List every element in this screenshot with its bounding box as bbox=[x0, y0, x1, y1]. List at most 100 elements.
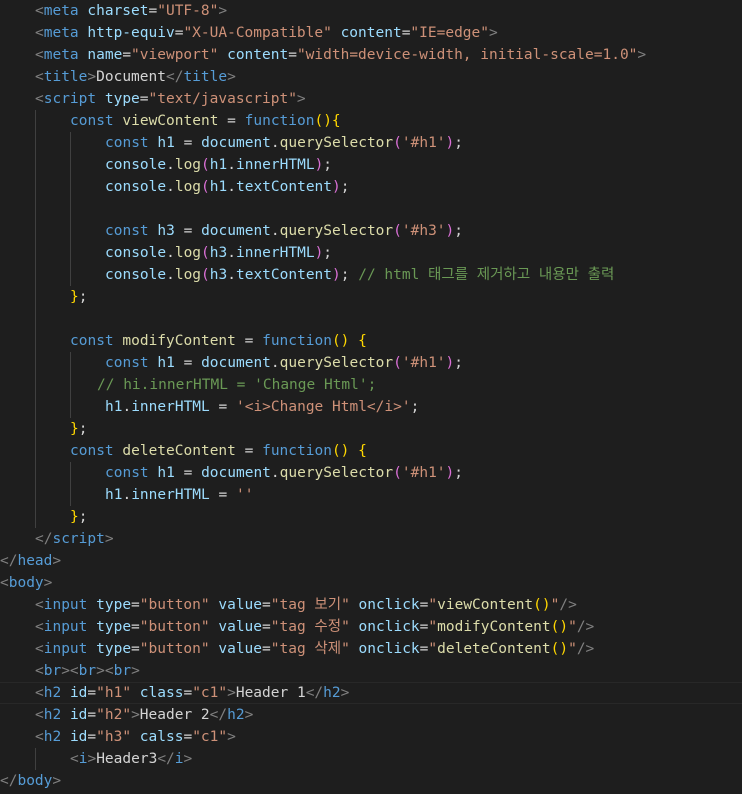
code-line[interactable]: <i>Header3</i> bbox=[0, 748, 742, 770]
code-line[interactable]: }; bbox=[0, 506, 742, 528]
code-text: }; bbox=[70, 506, 87, 528]
code-token: h1 bbox=[157, 135, 175, 151]
code-token: "h2" bbox=[96, 707, 132, 723]
code-line[interactable]: const h1 = document.querySelector('#h1')… bbox=[0, 132, 742, 154]
code-token: body bbox=[8, 575, 44, 591]
code-token: </ bbox=[209, 707, 228, 723]
code-token: document bbox=[201, 355, 271, 371]
code-line[interactable] bbox=[0, 198, 742, 220]
code-token: h3 bbox=[209, 267, 228, 283]
code-text: const h1 = document.querySelector('#h1')… bbox=[105, 352, 463, 374]
code-token: content bbox=[227, 47, 289, 63]
code-token: h1 bbox=[157, 355, 175, 371]
indent-guide bbox=[70, 484, 71, 506]
code-token: input bbox=[43, 597, 88, 613]
code-line[interactable]: <meta charset="UTF-8"> bbox=[0, 0, 742, 22]
code-token: ; bbox=[78, 289, 88, 305]
code-line[interactable]: const modifyContent = function() { bbox=[0, 330, 742, 352]
code-token: h3 bbox=[157, 223, 175, 239]
code-token: function bbox=[244, 113, 315, 129]
code-line[interactable]: <script type="text/javascript"> bbox=[0, 88, 742, 110]
indent-guide bbox=[35, 308, 36, 330]
code-line[interactable]: const deleteContent = function() { bbox=[0, 440, 742, 462]
code-line[interactable]: <meta name="viewport" content="width=dev… bbox=[0, 44, 742, 66]
code-token: // html 태그를 제거하고 내용만 출력 bbox=[358, 267, 615, 283]
code-token: > bbox=[218, 3, 228, 19]
code-token: h2 bbox=[43, 685, 62, 701]
code-token: () bbox=[550, 619, 569, 635]
code-token: "X-UA-Compatible" bbox=[183, 25, 332, 41]
code-token: document bbox=[201, 223, 271, 239]
code-token: ) bbox=[314, 157, 324, 173]
code-token: type bbox=[104, 91, 140, 107]
code-line[interactable]: </script> bbox=[0, 528, 742, 550]
code-token: < bbox=[35, 685, 44, 701]
code-text: const h1 = document.querySelector('#h1')… bbox=[105, 132, 463, 154]
code-token: < bbox=[35, 3, 44, 19]
code-token: deleteContent bbox=[437, 641, 551, 657]
code-token: > bbox=[43, 575, 53, 591]
code-text: <input type="button" value="tag 보기" oncl… bbox=[35, 594, 577, 616]
code-line[interactable]: <h2 id="h3" calss="c1"> bbox=[0, 726, 742, 748]
code-token: value bbox=[218, 641, 263, 657]
code-token: innerHTML bbox=[235, 245, 315, 261]
code-line[interactable]: <br><br><br> bbox=[0, 660, 742, 682]
code-line[interactable]: }; bbox=[0, 286, 742, 308]
code-token: ( bbox=[393, 223, 402, 239]
code-line[interactable]: console.log(h3.textContent); // html 태그를… bbox=[0, 264, 742, 286]
code-text: h1.innerHTML = '<i>Change Html</i>'; bbox=[105, 396, 419, 418]
code-token: = bbox=[131, 641, 140, 657]
code-line[interactable]: <input type="button" value="tag 삭제" oncl… bbox=[0, 638, 742, 660]
code-editor[interactable]: <meta charset="UTF-8"> <meta http-equiv="… bbox=[0, 0, 742, 794]
code-line[interactable]: <title>Document</title> bbox=[0, 66, 742, 88]
code-text: const deleteContent = function() { bbox=[70, 440, 367, 462]
code-token: ; bbox=[340, 267, 359, 283]
code-token: ( bbox=[201, 267, 210, 283]
code-token: modifyContent bbox=[437, 619, 551, 635]
code-token: "tag 삭제" bbox=[270, 641, 350, 657]
code-line[interactable]: const viewContent = function(){ bbox=[0, 110, 742, 132]
code-line[interactable]: <h2 id="h2">Header 2</h2> bbox=[0, 704, 742, 726]
code-line[interactable]: <input type="button" value="tag 수정" oncl… bbox=[0, 616, 742, 638]
indent-guide bbox=[35, 110, 36, 132]
code-token: ( bbox=[201, 245, 210, 261]
code-text: const modifyContent = function() { bbox=[70, 330, 367, 352]
code-line[interactable]: const h1 = document.querySelector('#h1')… bbox=[0, 352, 742, 374]
indent-guide bbox=[35, 440, 36, 462]
code-token: h1 bbox=[209, 157, 228, 173]
code-text: <input type="button" value="tag 수정" oncl… bbox=[35, 616, 594, 638]
code-token: </ bbox=[157, 751, 175, 767]
code-line[interactable]: <input type="button" value="tag 보기" oncl… bbox=[0, 594, 742, 616]
code-line[interactable]: <h2 id="h1" class="c1">Header 1</h2> bbox=[0, 682, 742, 704]
code-token: innerHTML bbox=[131, 399, 210, 415]
code-token: type bbox=[96, 641, 132, 657]
code-token: "h3" bbox=[96, 729, 132, 745]
code-line[interactable]: console.log(h3.innerHTML); bbox=[0, 242, 742, 264]
code-text: const h3 = document.querySelector('#h3')… bbox=[105, 220, 463, 242]
code-token: > bbox=[87, 69, 97, 85]
code-line[interactable] bbox=[0, 308, 742, 330]
code-token: . bbox=[227, 245, 236, 261]
code-line[interactable]: const h3 = document.querySelector('#h3')… bbox=[0, 220, 742, 242]
code-line[interactable]: </head> bbox=[0, 550, 742, 572]
code-token: > bbox=[227, 69, 236, 85]
code-token: () bbox=[533, 597, 551, 613]
code-token: ; bbox=[323, 245, 333, 261]
code-line[interactable]: console.log(h1.textContent); bbox=[0, 176, 742, 198]
code-line[interactable]: }; bbox=[0, 418, 742, 440]
code-token: . bbox=[122, 487, 132, 503]
code-line[interactable]: </body> bbox=[0, 770, 742, 792]
code-line[interactable]: <meta http-equiv="X-UA-Compatible" conte… bbox=[0, 22, 742, 44]
code-line[interactable]: const h1 = document.querySelector('#h1')… bbox=[0, 462, 742, 484]
code-line[interactable]: h1.innerHTML = '' bbox=[0, 484, 742, 506]
code-line[interactable]: <body> bbox=[0, 572, 742, 594]
code-line[interactable]: console.log(h1.innerHTML); bbox=[0, 154, 742, 176]
code-line[interactable]: h1.innerHTML = '<i>Change Html</i>'; bbox=[0, 396, 742, 418]
code-token: " bbox=[568, 641, 577, 657]
code-line[interactable]: // hi.innerHTML = 'Change Html'; bbox=[0, 374, 742, 396]
code-text: <script type="text/javascript"> bbox=[35, 88, 306, 110]
code-text: // hi.innerHTML = 'Change Html'; bbox=[97, 374, 376, 396]
